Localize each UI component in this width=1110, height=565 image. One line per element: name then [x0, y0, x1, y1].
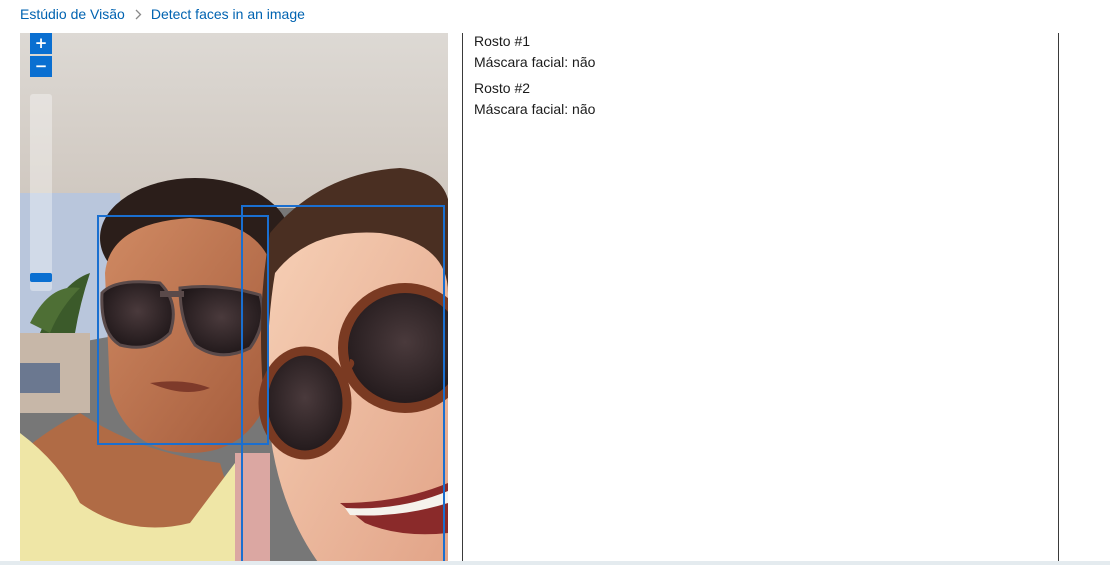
- breadcrumb: Estúdio de Visão Detect faces in an imag…: [20, 5, 305, 23]
- zoom-in-button[interactable]: +: [30, 33, 52, 54]
- zoom-slider[interactable]: [30, 94, 52, 291]
- panel-divider-right: [1058, 33, 1059, 565]
- breadcrumb-vision-studio-link[interactable]: Estúdio de Visão: [20, 6, 125, 22]
- chevron-right-icon: [135, 9, 142, 20]
- image-viewer[interactable]: + −: [20, 33, 448, 565]
- face-result-1: Rosto #1 Máscara facial: não: [474, 31, 1054, 73]
- face-results-panel: Rosto #1 Máscara facial: não Rosto #2 Má…: [474, 31, 1054, 125]
- face-result-title: Rosto #2: [474, 80, 531, 96]
- zoom-out-button[interactable]: −: [30, 56, 52, 77]
- face-mask-status: Máscara facial: não: [474, 101, 596, 117]
- face-result-2: Rosto #2 Máscara facial: não: [474, 78, 1054, 120]
- panel-divider-left: [462, 33, 463, 565]
- face-box-2[interactable]: [241, 205, 445, 565]
- zoom-slider-handle[interactable]: [30, 272, 52, 282]
- face-result-title: Rosto #1: [474, 33, 531, 49]
- breadcrumb-detect-faces-link[interactable]: Detect faces in an image: [151, 6, 305, 22]
- face-mask-status: Máscara facial: não: [474, 54, 596, 70]
- bottom-scrollbar-strip: [0, 561, 1110, 565]
